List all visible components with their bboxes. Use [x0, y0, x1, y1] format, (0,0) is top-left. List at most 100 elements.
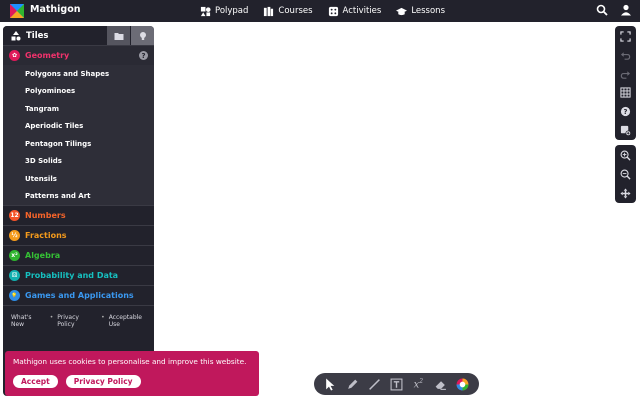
category-algebra-label: Algebra: [25, 251, 61, 260]
tab-tips[interactable]: [130, 26, 154, 45]
equation-tool-button[interactable]: x2: [409, 375, 427, 393]
sidebar-header: Tiles: [3, 26, 154, 45]
category-geometry-label: Geometry: [25, 51, 70, 60]
zoom-toolbar: [615, 145, 636, 203]
text-tool-button[interactable]: [388, 375, 406, 393]
cursor-icon: [326, 378, 335, 390]
numbers-badge: 12: [10, 212, 19, 219]
pen-tool-button[interactable]: [344, 375, 362, 393]
pan-button[interactable]: [615, 184, 636, 203]
color-picker-button[interactable]: [453, 375, 471, 393]
undo-button[interactable]: [615, 46, 636, 65]
main-nav: Polypad Courses Activities Lessons: [200, 0, 445, 22]
category-algebra[interactable]: x² Algebra: [3, 245, 154, 265]
equation-power: 2: [419, 377, 424, 385]
sidebar-item-polyominoes[interactable]: Polyominoes: [3, 82, 154, 100]
equation-icon: x2: [414, 378, 423, 390]
tiles-sidebar: Tiles ✿ Geometry ? Polygons and Shapes P…: [3, 26, 154, 396]
sidebar-title: Tiles: [26, 30, 49, 41]
probability-icon: ⚄: [9, 270, 20, 281]
sidebar-item-3d-solids[interactable]: 3D Solids: [3, 152, 154, 170]
nav-lessons-label: Lessons: [411, 6, 446, 16]
move-arrows-icon: [620, 188, 631, 199]
category-fractions[interactable]: ½ Fractions: [3, 225, 154, 245]
nav-polypad[interactable]: Polypad: [200, 6, 248, 17]
grid-button[interactable]: [615, 83, 636, 102]
lightbulb-icon: [139, 31, 146, 40]
canvas-toolbar: ?: [615, 26, 636, 140]
algebra-icon: x²: [9, 250, 20, 261]
color-wheel-icon: [456, 378, 469, 390]
pen-icon: [348, 379, 358, 389]
add-canvas-button[interactable]: [615, 121, 636, 140]
zoom-in-icon: [620, 150, 631, 161]
line-tool-button[interactable]: [366, 375, 384, 393]
zoom-out-button[interactable]: [615, 165, 636, 184]
tab-tiles[interactable]: Tiles: [3, 26, 106, 45]
eraser-tool-button[interactable]: [431, 375, 449, 393]
footer-separator: •: [49, 314, 54, 321]
sidebar-item-aperiodic[interactable]: Aperiodic Tiles: [3, 117, 154, 135]
games-badge: 💡: [11, 292, 18, 299]
category-games-label: Games and Applications: [25, 291, 134, 300]
zoom-in-button[interactable]: [615, 146, 636, 165]
eraser-icon: [435, 380, 446, 390]
category-numbers-label: Numbers: [25, 211, 66, 220]
privacy-policy-link[interactable]: Privacy Policy: [57, 314, 97, 335]
acceptable-use-link[interactable]: Acceptable Use: [109, 314, 154, 335]
category-numbers[interactable]: 12 Numbers: [3, 205, 154, 225]
account-icon[interactable]: [620, 4, 632, 16]
sidebar-item-tangram[interactable]: Tangram: [3, 100, 154, 118]
top-actions: [596, 4, 632, 16]
cookie-message: Mathigon uses cookies to personalise and…: [13, 357, 247, 366]
top-navigation-bar: Mathigon Polypad Courses Activities Less…: [0, 0, 640, 22]
help-circle-icon: ?: [620, 107, 631, 117]
probability-badge: ⚄: [11, 272, 18, 279]
select-tool-button[interactable]: [322, 375, 340, 393]
help-icon[interactable]: ?: [139, 51, 148, 60]
nav-lessons[interactable]: Lessons: [396, 6, 445, 17]
tab-folder[interactable]: [106, 26, 130, 45]
sidebar-item-pentagon[interactable]: Pentagon Tilings: [3, 135, 154, 153]
nav-courses[interactable]: Courses: [263, 6, 313, 17]
accept-cookies-button[interactable]: Accept: [13, 375, 58, 388]
cookie-banner: Mathigon uses cookies to personalise and…: [5, 351, 259, 396]
polypad-icon: [200, 6, 211, 16]
nav-courses-label: Courses: [278, 6, 313, 16]
text-box-icon: [390, 378, 403, 390]
footer-separator: •: [101, 314, 105, 321]
category-probability-label: Probability and Data: [25, 271, 119, 280]
undo-icon: [620, 52, 631, 60]
nav-activities[interactable]: Activities: [328, 6, 382, 17]
folder-icon: [114, 32, 123, 40]
brand-name[interactable]: Mathigon: [30, 4, 81, 15]
whats-new-link[interactable]: What's New: [11, 314, 46, 335]
geometry-icon: ✿: [9, 50, 20, 61]
cookie-actions: Accept Privacy Policy: [13, 375, 259, 388]
sidebar-item-polygons[interactable]: Polygons and Shapes: [3, 65, 154, 83]
svg-text:?: ?: [624, 108, 628, 116]
mathigon-logo-icon[interactable]: [10, 4, 24, 18]
search-icon[interactable]: [596, 4, 608, 16]
games-icon: 💡: [9, 290, 20, 301]
nav-activities-label: Activities: [342, 6, 382, 16]
sidebar-item-utensils[interactable]: Utensils: [3, 170, 154, 188]
category-probability[interactable]: ⚄ Probability and Data: [3, 265, 154, 285]
zoom-out-icon: [620, 169, 631, 180]
fractions-icon: ½: [9, 230, 20, 241]
fullscreen-button[interactable]: [615, 27, 636, 46]
drawing-toolbar: x2: [314, 373, 479, 395]
privacy-policy-button[interactable]: Privacy Policy: [65, 375, 141, 388]
redo-icon: [620, 70, 631, 79]
fullscreen-icon: [620, 31, 631, 42]
help-button[interactable]: ?: [615, 102, 636, 121]
redo-button[interactable]: [615, 65, 636, 84]
line-icon: [369, 378, 381, 390]
add-page-icon: [620, 125, 631, 137]
sidebar-item-patterns[interactable]: Patterns and Art: [3, 187, 154, 205]
activities-icon: [328, 6, 338, 16]
fractions-badge: ½: [11, 232, 18, 239]
category-geometry[interactable]: ✿ Geometry ?: [3, 45, 154, 65]
category-games[interactable]: 💡 Games and Applications: [3, 285, 154, 305]
courses-icon: [264, 6, 274, 16]
